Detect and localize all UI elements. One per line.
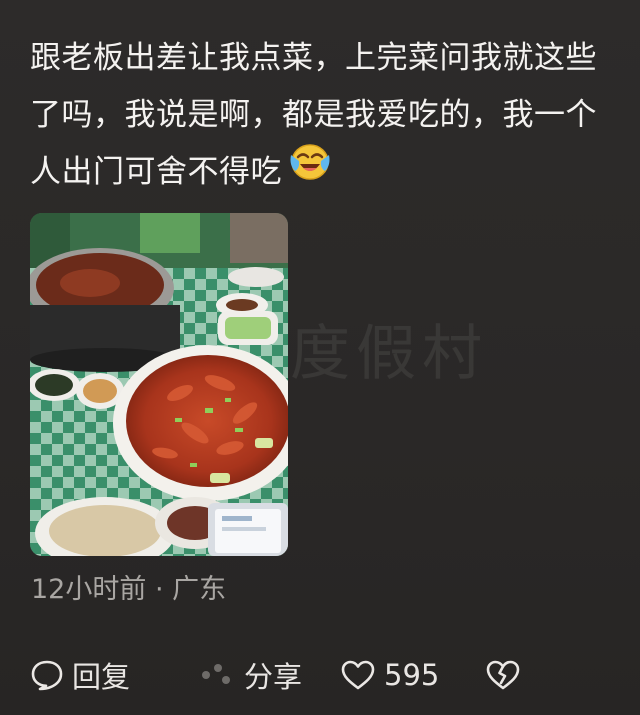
- reply-label: 回复: [72, 660, 131, 694]
- heart-outline-icon: [340, 659, 376, 691]
- share-icon: [196, 658, 236, 692]
- action-bar: 回复 分享 595: [0, 648, 640, 702]
- post-meta: 12小时前 · 广东: [31, 574, 227, 605]
- like-button[interactable]: 595: [340, 648, 439, 702]
- broken-heart-icon: [484, 658, 522, 692]
- crying-laughing-face-icon: [288, 141, 332, 200]
- reply-button[interactable]: 回复: [30, 648, 130, 702]
- post-card: 跟老板出差让我点菜，上完菜问我就这些了吗，我说是啊，都是我爱吃的，我一个人出门可…: [0, 0, 640, 715]
- crayfish-dinner-photo[interactable]: [30, 213, 288, 556]
- share-button[interactable]: 分享: [196, 648, 302, 702]
- dislike-button[interactable]: [484, 648, 522, 702]
- watermark: 度假村: [290, 319, 488, 389]
- share-label: 分享: [244, 660, 303, 694]
- speech-bubble-icon: [30, 658, 64, 692]
- like-count: 595: [384, 658, 440, 692]
- post-body: 跟老板出差让我点菜，上完菜问我就这些了吗，我说是啊，都是我爱吃的，我一个人出门可…: [30, 30, 626, 201]
